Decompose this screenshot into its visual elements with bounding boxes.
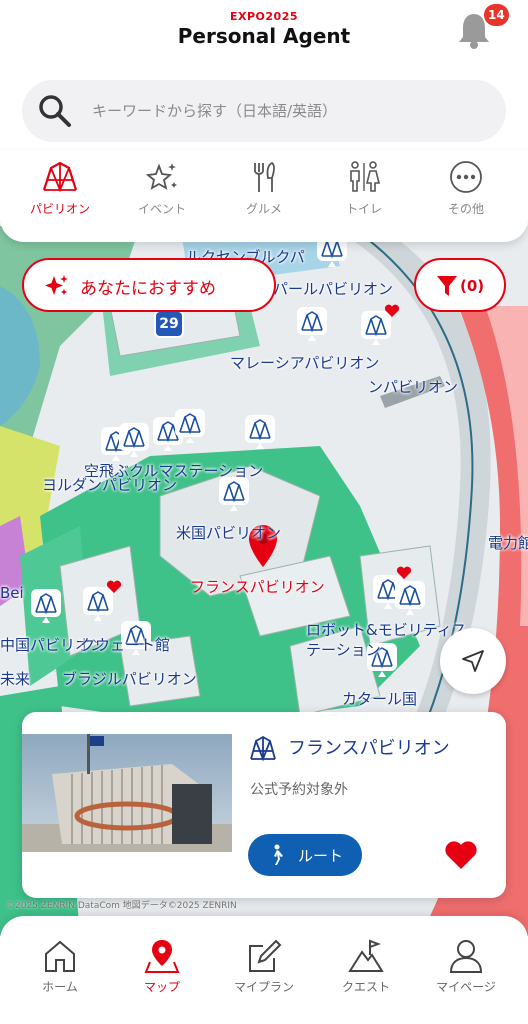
pavilion-pin[interactable]: [296, 306, 328, 342]
pavilion-pin[interactable]: [174, 408, 206, 444]
map-label[interactable]: マレーシアパビリオン: [230, 352, 379, 373]
nav-quest[interactable]: クエスト: [316, 938, 416, 1008]
tab-event[interactable]: イベント: [114, 160, 210, 240]
filter-button[interactable]: (0): [414, 258, 506, 312]
navigation-arrow-icon: [462, 650, 484, 672]
app-header: EXPO2025 Personal Agent 14: [0, 0, 528, 68]
nav-label: クエスト: [341, 980, 390, 994]
brand-logo: EXPO2025: [229, 10, 299, 23]
nav-home[interactable]: ホーム: [10, 938, 110, 1008]
tab-restroom[interactable]: トイレ: [316, 160, 412, 240]
app-title: Personal Agent: [177, 24, 351, 48]
map-label[interactable]: Bei: [0, 584, 24, 602]
gate-marker[interactable]: 29: [154, 310, 184, 338]
map-label[interactable]: ンパビリオン: [368, 376, 458, 397]
tab-label: グルメ: [245, 202, 282, 216]
category-tabs: パビリオン イベント グルメ トイレ その他: [0, 150, 528, 242]
pavilion-icon: [42, 161, 78, 193]
more-icon: [450, 161, 482, 193]
map-pin-icon: [144, 940, 180, 973]
reservation-status: 公式予約対象外: [250, 782, 348, 798]
nav-label: マップ: [143, 980, 180, 994]
recommend-label: あなたにおすすめ: [80, 279, 216, 299]
favorite-heart-icon: [106, 580, 122, 593]
route-button[interactable]: ルート: [248, 834, 362, 876]
nav-label: マイページ: [436, 980, 496, 994]
nav-label: ホーム: [42, 980, 78, 994]
map-label[interactable]: カタール国: [342, 688, 417, 709]
nav-my-plan[interactable]: マイプラン: [214, 938, 314, 1008]
person-icon: [449, 940, 483, 973]
search-input[interactable]: [92, 96, 492, 126]
sparkle-star-icon: [145, 163, 177, 190]
pavilion-photo: [22, 734, 232, 852]
map-label[interactable]: ヨルダンパビリオン: [42, 474, 177, 495]
tab-pavilion[interactable]: パビリオン: [12, 160, 108, 240]
map-label-selected[interactable]: フランスパビリオン: [190, 576, 325, 597]
sparkle-icon: [45, 275, 68, 295]
pavilion-pin[interactable]: [30, 588, 62, 624]
notification-badge: 14: [484, 4, 509, 26]
favorite-heart-icon[interactable]: [444, 840, 478, 870]
tab-label: パビリオン: [29, 202, 90, 216]
tab-other[interactable]: その他: [418, 160, 514, 240]
tab-label: その他: [447, 202, 484, 216]
pavilion-pin[interactable]: [118, 422, 150, 458]
restroom-icon: [350, 161, 381, 192]
current-location-button[interactable]: [440, 628, 506, 694]
tab-label: イベント: [137, 202, 186, 216]
favorite-heart-icon: [396, 566, 412, 579]
pavilion-pin[interactable]: [244, 414, 276, 450]
pavilion-pin[interactable]: [218, 476, 250, 512]
fork-knife-icon: [254, 161, 275, 192]
filter-funnel-icon: [437, 276, 457, 296]
pavilion-icon: [250, 735, 276, 762]
nav-map[interactable]: マップ: [112, 938, 212, 1008]
map-label[interactable]: 電力館: [488, 532, 528, 553]
bottom-navigation: ホーム マップ マイプラン クエスト マイページ: [0, 916, 528, 1024]
filter-count: (0): [460, 277, 485, 295]
home-icon: [45, 940, 75, 972]
tab-gourmet[interactable]: グルメ: [216, 160, 312, 240]
walking-person-icon: [274, 844, 283, 865]
pavilion-detail-card[interactable]: フランスパビリオン 公式予約対象外 ルート: [22, 712, 506, 898]
nav-label: マイプラン: [233, 980, 294, 994]
search-icon: [39, 95, 71, 127]
map-label[interactable]: ブラジルパビリオン: [62, 668, 197, 689]
map-label[interactable]: クウェート館: [80, 634, 170, 655]
favorite-heart-icon: [384, 304, 400, 317]
pavilion-title: フランスパビリオン: [288, 738, 450, 759]
pavilion-pin[interactable]: [394, 580, 426, 616]
edit-plan-icon: [249, 939, 282, 972]
map-credit: ©2025 ZENRIN DataCom 地図データ©2025 ZENRIN: [6, 901, 237, 911]
quest-mountain-icon: [348, 939, 384, 972]
recommend-button[interactable]: あなたにおすすめ: [22, 258, 276, 312]
route-label: ルート: [298, 847, 344, 865]
map-label[interactable]: 未来: [0, 668, 30, 689]
tab-label: トイレ: [345, 202, 382, 216]
map-label[interactable]: 米国パビリオン: [176, 522, 281, 543]
nav-my-page[interactable]: マイページ: [416, 938, 516, 1008]
map-label[interactable]: ネパールパビリオン: [258, 278, 393, 299]
